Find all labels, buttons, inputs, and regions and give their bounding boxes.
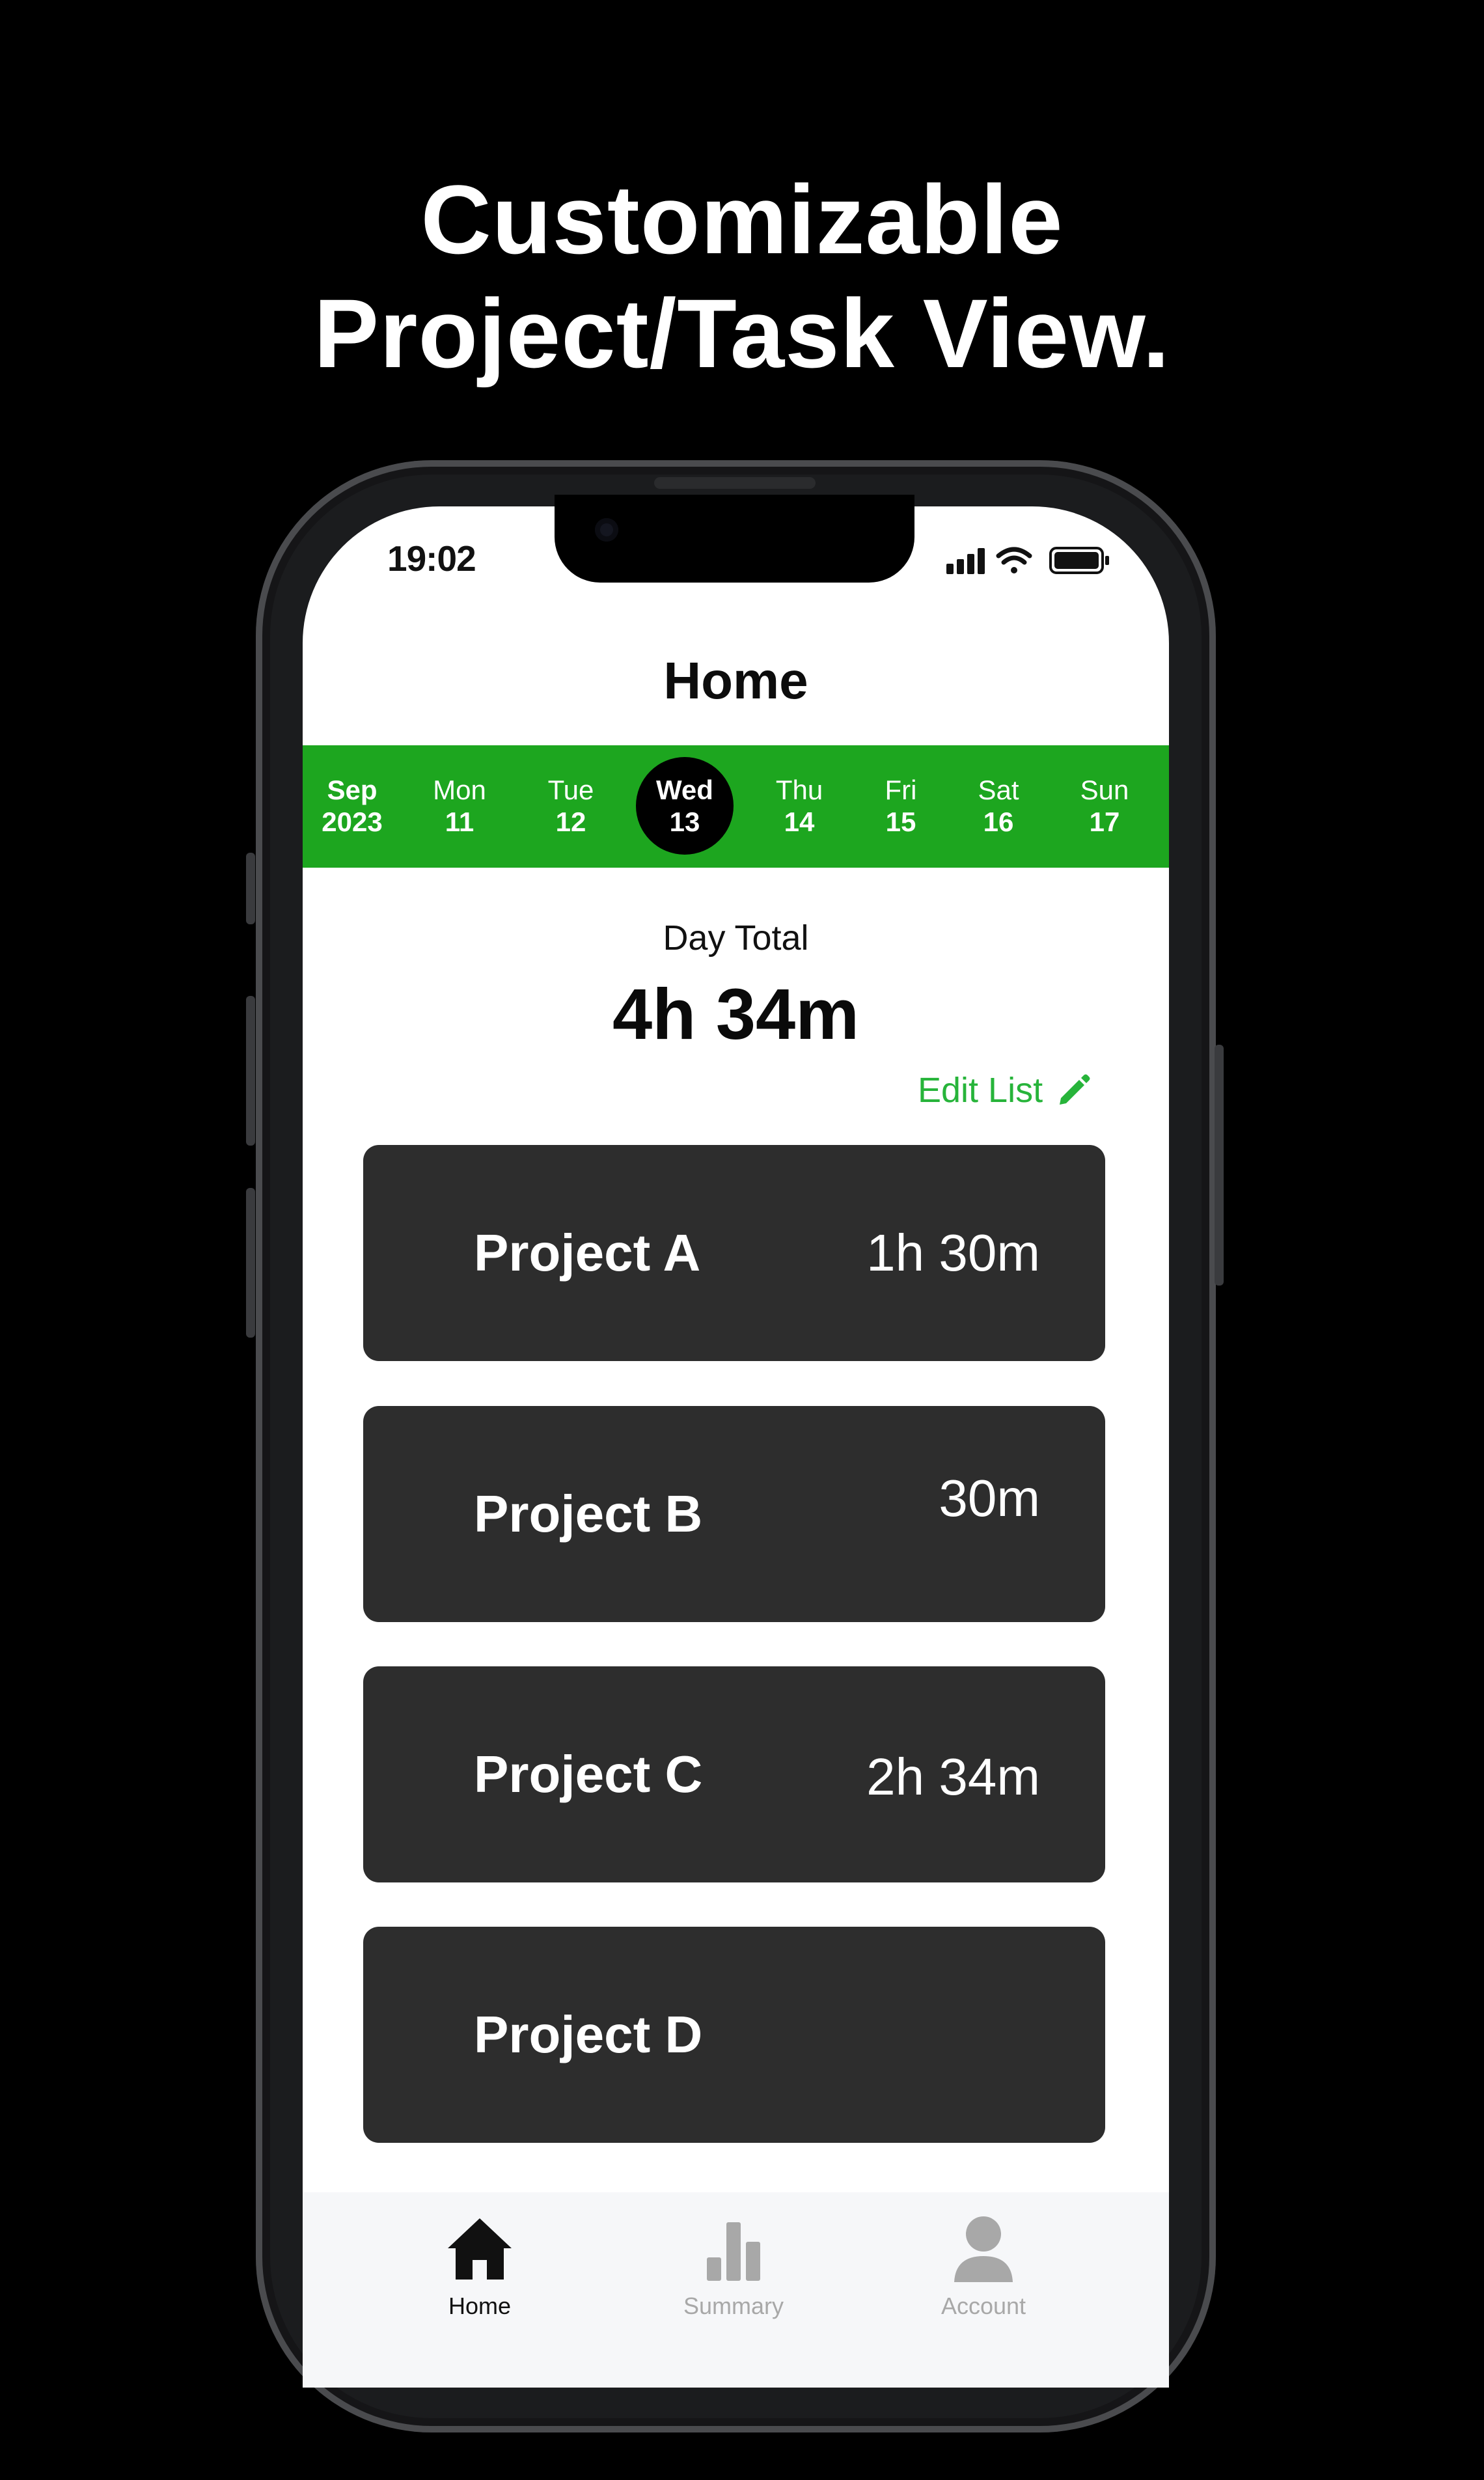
speaker-grille: [654, 477, 816, 489]
tab-account[interactable]: Account: [899, 2213, 1068, 2343]
year-label: 2023: [322, 806, 383, 837]
day-name: Wed: [656, 775, 713, 805]
day-name: Sat: [978, 775, 1019, 805]
promo-headline: Customizable Project/Task View.: [0, 163, 1484, 391]
day-name: Sun: [1080, 775, 1129, 805]
day-name: Fri: [885, 775, 917, 805]
day-thu[interactable]: Thu 14: [747, 745, 851, 868]
day-sat[interactable]: Sat 16: [946, 745, 1051, 868]
day-date: 17: [1089, 806, 1120, 837]
day-date: 14: [784, 806, 815, 837]
bar-chart-icon: [707, 2222, 760, 2281]
day-name: Mon: [433, 775, 486, 805]
tab-label: Account: [941, 2293, 1026, 2319]
tab-summary[interactable]: Summary: [649, 2213, 818, 2343]
month-label: Sep: [327, 775, 378, 805]
day-fri[interactable]: Fri 15: [849, 745, 953, 868]
tab-label: Summary: [683, 2293, 784, 2319]
project-card-a[interactable]: Project A 1h 30m: [363, 1145, 1105, 1361]
silent-switch: [246, 853, 255, 924]
month-year-label: Sep 2023: [300, 745, 404, 868]
day-date: 12: [555, 806, 586, 837]
cellular-signal-icon: [946, 548, 985, 574]
home-icon: [448, 2218, 512, 2280]
day-name: Tue: [547, 775, 594, 805]
day-mon[interactable]: Mon 11: [407, 745, 512, 868]
project-card-c[interactable]: Project C 2h 34m: [363, 1666, 1105, 1882]
project-name: Project B: [474, 1485, 703, 1543]
volume-down-button: [246, 1188, 255, 1338]
project-name: Project A: [474, 1224, 701, 1282]
project-name: Project C: [474, 1745, 703, 1803]
edit-list-button[interactable]: Edit List: [918, 1068, 1092, 1113]
page-title: Home: [663, 652, 808, 710]
day-date: 16: [983, 806, 1014, 837]
day-date: 11: [445, 806, 474, 837]
edit-list-label: Edit List: [918, 1071, 1043, 1110]
tab-label: Home: [448, 2293, 512, 2319]
project-card-b[interactable]: Project B 30m: [363, 1406, 1105, 1622]
project-name: Project D: [474, 2005, 703, 2063]
wifi-icon: [996, 547, 1032, 573]
project-time: 2h 34m: [866, 1748, 1040, 1806]
day-tue[interactable]: Tue 12: [519, 745, 623, 868]
project-time: 1h 30m: [866, 1224, 1040, 1282]
tab-home[interactable]: Home: [395, 2213, 564, 2343]
headline-line-2: Project/Task View.: [314, 279, 1170, 388]
day-total-value: 4h 34m: [612, 974, 860, 1054]
pencil-icon: [1060, 1074, 1090, 1105]
status-time: 19:02: [387, 538, 476, 579]
project-card-d[interactable]: Project D: [363, 1927, 1105, 2143]
day-date: 15: [885, 806, 916, 837]
project-time: 30m: [939, 1469, 1040, 1527]
headline-line-1: Customizable: [420, 165, 1064, 274]
front-camera: [595, 518, 618, 542]
day-sun[interactable]: Sun 17: [1052, 745, 1157, 868]
battery-icon: [1049, 547, 1109, 574]
date-strip: Sep 2023 Mon 11 Tue 12 Wed 13 Thu 14 Fri…: [303, 745, 1169, 868]
day-total-label: Day Total: [663, 918, 809, 958]
person-icon: [954, 2216, 1013, 2282]
power-button: [1215, 1045, 1224, 1286]
volume-up-button: [246, 996, 255, 1146]
day-wed-selected[interactable]: Wed 13: [633, 745, 737, 868]
day-date: 13: [669, 806, 700, 837]
day-name: Thu: [775, 775, 823, 805]
status-icons: [945, 544, 1114, 577]
